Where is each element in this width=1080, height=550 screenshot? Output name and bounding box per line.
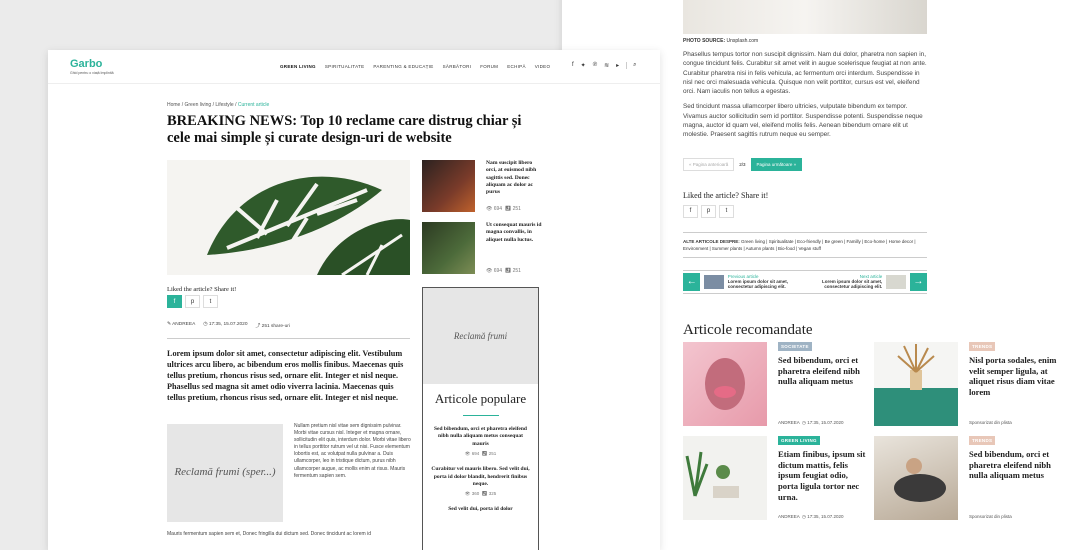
inline-ad[interactable]: Reclamă frumi (sper...) [167, 424, 283, 522]
side-article-title[interactable]: Ut consequat mauris id magna convallis, … [486, 222, 544, 244]
card-title[interactable]: Sed bibendum, orci et pharetra eleifend … [969, 449, 1059, 481]
twitter-share-icon[interactable]: t [203, 295, 218, 308]
popular-title: Articole populare [434, 391, 527, 406]
side-article-image[interactable] [422, 222, 475, 274]
pinterest-icon[interactable]: ℗ [593, 62, 597, 69]
facebook-share-icon[interactable]: f [683, 204, 698, 218]
recommended-card[interactable]: GREEN LIVING Etiam finibus, ipsum sit di… [683, 436, 865, 526]
popular-article[interactable]: Sed bibendum, orci et pharetra eleifend … [423, 426, 538, 448]
card-title[interactable]: Sed bibendum, orci et pharetra eleifend … [778, 355, 868, 387]
menu-item[interactable]: SĂRBĂTORI [443, 64, 472, 69]
prev-page-button[interactable]: « Pagina anterioară [683, 157, 735, 171]
photo-source: PHOTO SOURCE: Unsplash.com [683, 38, 759, 44]
recommended-title: Articole recomandate [683, 322, 813, 338]
menu-item[interactable]: VIDEO [535, 64, 551, 69]
share-count: ⤴ 251 share-uri [255, 324, 290, 329]
next-page-button[interactable]: Pagina următoare » [750, 157, 803, 171]
paragraph: Sed tincidunt massa ullamcorper libero u… [683, 103, 923, 139]
page-title: BREAKING NEWS: Top 10 reclame care distr… [167, 113, 522, 147]
popular-meta: 👁 694 ⤴ 251 [464, 451, 497, 457]
side-article-image[interactable] [422, 160, 475, 212]
breadcrumb: Home / Green living / Lifestyle / Curren… [167, 102, 270, 108]
pinterest-share-icon[interactable]: p [185, 295, 200, 308]
share-title: Liked the article? Share it! [167, 286, 237, 293]
card-image[interactable] [683, 436, 767, 520]
side-article-meta: 👁 694 ⤴ 251 [486, 268, 521, 274]
popular-article[interactable]: Curabitur vel mauris libero. Sed velit d… [423, 466, 538, 488]
card-title[interactable]: Etiam finibus, ipsum sit dictum mattis, … [778, 449, 868, 503]
facebook-share-icon[interactable]: f [167, 295, 182, 308]
popular-meta: 👁 360 ⤴ 325 [464, 491, 497, 497]
twitter-icon[interactable]: ✦ [581, 62, 586, 69]
paragraph: Mauris fermentum sapien sem et, Donec fr… [167, 531, 371, 537]
divider [462, 414, 499, 416]
share-buttons: f p t [167, 295, 218, 308]
share-buttons: f p t [683, 204, 927, 218]
menu-item[interactable]: GREEN LIVING [280, 64, 316, 69]
share-title: Liked the article? Share it! [683, 190, 769, 200]
main-menu: GREEN LIVING SPIRITUALITATE PARENTING & … [280, 64, 550, 69]
prev-arrow-icon[interactable]: ← [683, 272, 701, 291]
prev-next-articles: ← Previous article Lorem ipsum dolor sit … [683, 269, 927, 294]
recommended-card[interactable]: TRENDS Sed bibendum, orci et pharetra el… [874, 436, 1054, 526]
social-links: f ✦ ℗ ≋ ▸ ⌕ [572, 62, 637, 69]
youtube-icon[interactable]: ▸ [616, 62, 619, 69]
tags-list: ALTE ARTICOLE DESPRE: Green living | Spi… [683, 231, 927, 258]
category-badge[interactable]: TRENDS [969, 436, 996, 445]
article-header: Home / Green living / Lifestyle / Curren… [167, 102, 539, 148]
menu-item[interactable]: SPIRITUALITATE [325, 64, 365, 69]
popular-article[interactable]: Sed velit dui, porta id dolor [423, 506, 538, 513]
article-continuation: PHOTO SOURCE: Unsplash.com Phasellus tem… [683, 0, 927, 294]
next-article-thumb[interactable] [886, 274, 906, 289]
card-image[interactable] [874, 436, 958, 520]
recommended-card[interactable]: SOCIETATE Sed bibendum, orci et pharetra… [683, 342, 863, 432]
prev-article-thumb[interactable] [704, 274, 724, 289]
category-badge[interactable]: GREEN LIVING [778, 436, 820, 445]
publish-date: ◷ 17:35, 15.07.2020 [203, 322, 248, 327]
side-article-meta: 👁 694 ⤴ 251 [486, 206, 521, 212]
card-title[interactable]: Nisl porta sodales, enim velit semper li… [969, 355, 1059, 398]
front-page: Garbo Ghid pentru o viață împlinită GREEN… [48, 50, 660, 550]
category-badge[interactable]: SOCIETATE [778, 342, 812, 351]
article-meta: ✎ ANDREEA ◷ 17:35, 15.07.2020 ⤴ 251 shar… [167, 322, 410, 339]
lead-paragraph: Lorem ipsum dolor sit amet, consectetur … [167, 349, 404, 403]
recommended-card[interactable]: TRENDS Nisl porta sodales, enim velit se… [874, 342, 1056, 432]
menu-item[interactable]: ECHIPĂ [507, 64, 526, 69]
logo[interactable]: Garbo Ghid pentru o viață împlinită [70, 58, 114, 75]
prev-article-link[interactable]: Previous article Lorem ipsum dolor sit am… [728, 274, 803, 289]
sidebar: Reclamă frumi Articole populare Sed bibe… [422, 287, 539, 550]
article-image-bottom [683, 0, 927, 34]
side-article-title[interactable]: Nam suscipit libero orci, at euismod nib… [486, 160, 544, 196]
sidebar-ad[interactable]: Reclamă frumi [423, 288, 538, 384]
paragraph: Phasellus tempus tortor non suscipit dig… [683, 51, 927, 96]
next-arrow-icon[interactable]: → [909, 272, 927, 291]
facebook-icon[interactable]: f [572, 62, 574, 69]
pagination: « Pagina anterioară 2/3 Pagina următoare… [683, 157, 927, 171]
menu-item[interactable]: FORUM [480, 64, 498, 69]
card-image[interactable] [874, 342, 958, 426]
menu-item[interactable]: PARENTING & EDUCAȚIE [373, 64, 433, 69]
next-article-link[interactable]: Next article Lorem ipsum dolor sit amet, … [807, 274, 882, 289]
category-badge[interactable]: TRENDS [969, 342, 996, 351]
sponsor-label: Sponsorizat din plista [969, 514, 1012, 519]
card-meta: ANDREEA ◷ 17:35, 15.07.2020 [778, 420, 844, 425]
paragraph: Nullam pretium nisl vitae sem dignissim … [294, 423, 411, 479]
twitter-share-icon[interactable]: t [719, 204, 734, 218]
search-icon[interactable]: ⌕ [626, 62, 637, 69]
pinterest-share-icon[interactable]: p [701, 204, 716, 218]
rss-icon[interactable]: ≋ [604, 62, 609, 69]
sponsor-label: Sponsorizat din plista [969, 420, 1012, 425]
hero-image [167, 160, 410, 275]
card-meta: ANDREEA ◷ 17:35, 15.07.2020 [778, 514, 844, 519]
author-name[interactable]: ✎ ANDREEA [167, 322, 195, 329]
top-navigation: Garbo Ghid pentru o viață împlinită GREEN… [48, 50, 660, 84]
card-image[interactable] [683, 342, 767, 426]
page-counter: 2/3 [739, 161, 746, 167]
